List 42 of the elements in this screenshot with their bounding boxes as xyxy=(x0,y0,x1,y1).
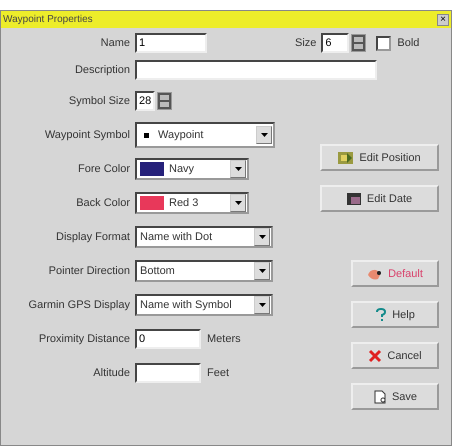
dropdown[interactable]: Red 3 xyxy=(135,192,249,214)
number-field[interactable]: 0 xyxy=(135,329,201,349)
field-label: Garmin GPS Display xyxy=(28,299,131,311)
document-icon xyxy=(372,390,387,404)
dropdown[interactable]: Navy xyxy=(135,158,249,180)
spinner-icon[interactable] xyxy=(157,92,172,110)
number-field[interactable] xyxy=(135,363,201,383)
window-title: Waypoint Properties xyxy=(3,14,93,25)
unit-label: Feet xyxy=(207,367,230,379)
unit-label: Meters xyxy=(207,333,241,345)
dropdown[interactable]: Name with Dot xyxy=(135,226,273,248)
field-label: Back Color xyxy=(75,197,131,209)
field-label: Fore Color xyxy=(77,163,131,175)
size-field[interactable]: 6 xyxy=(321,33,350,53)
dropdown[interactable]: Bottom xyxy=(135,260,273,282)
help-icon xyxy=(375,308,388,322)
dialog-button[interactable]: Cancel xyxy=(351,342,439,369)
field-label: Pointer Direction xyxy=(48,265,131,277)
field-label: Waypoint Symbol xyxy=(44,129,131,141)
dialog-button[interactable]: Edit Date xyxy=(320,185,439,212)
checkbox-label: Bold xyxy=(397,37,420,49)
dialog-button[interactable]: Save xyxy=(351,383,439,410)
dialog-button[interactable]: Help xyxy=(351,301,439,328)
field-label: Display Format xyxy=(55,231,131,243)
map-icon xyxy=(338,150,354,164)
name-field[interactable]: 1 xyxy=(135,33,207,53)
field-label: Symbol Size xyxy=(68,95,131,107)
dropdown[interactable]: Waypoint xyxy=(135,122,275,148)
bold-checkbox[interactable] xyxy=(376,36,392,50)
close-icon xyxy=(368,348,382,362)
field-label: Name xyxy=(100,37,131,49)
close-button[interactable]: × xyxy=(437,14,449,26)
symbol-size-field[interactable]: 28 xyxy=(135,91,155,111)
description-field[interactable] xyxy=(135,60,377,80)
field-label: Altitude xyxy=(92,367,131,379)
dialog-button[interactable]: Edit Position xyxy=(320,144,439,171)
dropdown[interactable]: Name with Symbol xyxy=(135,294,273,316)
calendar-icon xyxy=(346,192,362,206)
field-label: Description xyxy=(74,64,131,76)
field-label: Size xyxy=(295,37,318,49)
spinner-icon[interactable] xyxy=(351,34,366,52)
field-label: Proximity Distance xyxy=(38,333,131,345)
